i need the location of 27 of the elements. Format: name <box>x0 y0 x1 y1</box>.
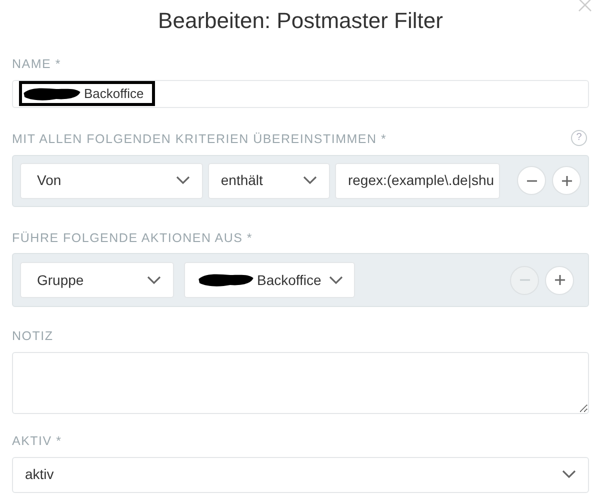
add-button[interactable] <box>552 166 581 195</box>
chevron-down-icon <box>562 470 576 480</box>
name-value: Backoffice <box>84 85 144 103</box>
chevron-down-icon <box>329 276 344 285</box>
field-label: NOTIZ <box>12 328 54 346</box>
attribute-select[interactable]: Von <box>20 162 203 198</box>
add-button[interactable] <box>545 266 574 295</box>
chevron-down-icon <box>176 176 190 185</box>
chevron-down-icon <box>302 176 317 185</box>
group-value: Backoffice <box>257 270 322 290</box>
plus-icon <box>554 274 566 286</box>
dialog-title: Bearbeiten: Postmaster Filter <box>158 7 443 35</box>
action-select[interactable]: Gruppe <box>20 262 174 298</box>
field-label: AKTIV * <box>12 433 63 450</box>
section-label: FÜHRE FOLGENDE AKTIONEN AUS * <box>12 230 254 246</box>
remove-button[interactable] <box>517 166 546 195</box>
field-label: NAME * <box>12 56 62 73</box>
active-select[interactable]: aktiv <box>12 456 589 493</box>
chevron-down-icon <box>147 276 161 285</box>
name-field[interactable]: Backoffice <box>12 80 589 108</box>
section-label: MIT ALLEN FOLGENDEN KRITERIEN ÜBEREINSTIMMEN * <box>12 130 387 148</box>
note-field[interactable] <box>12 352 589 414</box>
operator-select[interactable]: enthält <box>208 162 330 198</box>
value-field[interactable]: regex:(example\.de|shu <box>334 162 500 198</box>
plus-icon <box>560 174 572 186</box>
group-select[interactable]: Backoffice <box>184 262 355 298</box>
close-icon[interactable] <box>578 0 592 12</box>
